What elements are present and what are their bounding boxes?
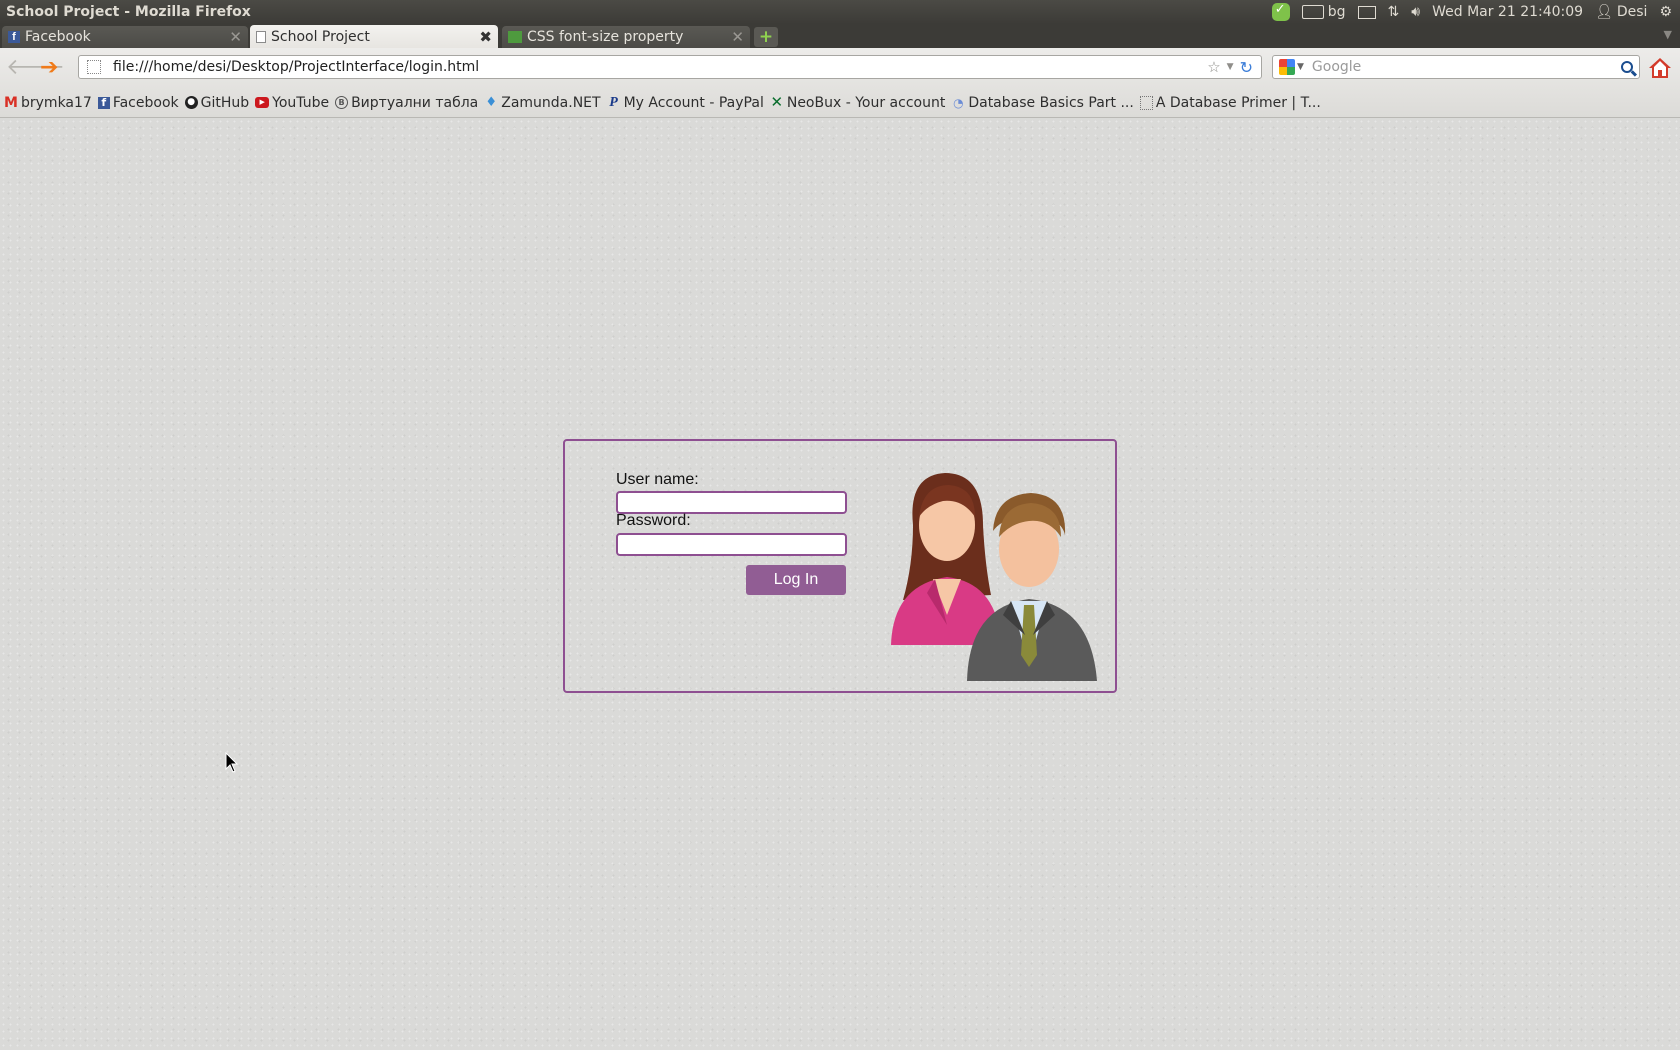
tab-strip: f Facebook ✕ School Project ✖ CSS font-s…	[0, 24, 1680, 48]
tab-facebook[interactable]: f Facebook ✕	[2, 26, 248, 48]
url-bar-actions: ☆ ▼ ↻	[1207, 58, 1261, 77]
reload-icon[interactable]: ↻	[1240, 58, 1253, 77]
home-icon[interactable]	[1648, 56, 1672, 80]
w3schools-icon	[508, 31, 522, 43]
login-form: User name: Password: Log In	[563, 439, 1117, 693]
keyboard-indicator[interactable]: bg	[1301, 4, 1346, 20]
tab-label: Facebook	[25, 29, 91, 45]
database-icon: ◔	[953, 95, 964, 110]
window-title: School Project - Mozilla Firefox	[6, 4, 251, 20]
bookmark-label: Виртуални табла	[351, 94, 479, 111]
vt-icon: B	[335, 96, 349, 109]
site-identity-icon[interactable]	[87, 60, 101, 74]
session-gear-icon[interactable]: ⚙	[1659, 4, 1672, 20]
bookmark-label: A Database Primer | T...	[1155, 94, 1321, 111]
tab-css-font-size[interactable]: CSS font-size property ✕	[502, 26, 750, 48]
bookmark-label: NeoBux - Your account	[786, 94, 946, 111]
close-tab-icon[interactable]: ✕	[731, 28, 744, 46]
zamunda-icon: ♦	[485, 95, 498, 110]
clock[interactable]: Wed Mar 21 21:40:09	[1432, 4, 1583, 20]
user-menu[interactable]: 👤︎ Desi	[1595, 4, 1647, 20]
gmail-icon: M	[4, 94, 18, 111]
person-icon: 👤︎	[1595, 4, 1613, 20]
bookmark-github[interactable]: ● GitHub	[184, 94, 250, 111]
volume-indicator[interactable]: 🔊︎	[1411, 4, 1420, 20]
bookmark-label: Facebook	[112, 94, 179, 111]
facebook-icon: f	[8, 31, 20, 43]
system-top-panel: School Project - Mozilla Firefox bg ⇅ 🔊︎…	[0, 0, 1680, 24]
bookmark-label: My Account - PayPal	[623, 94, 764, 111]
password-label: Password:	[616, 512, 691, 529]
network-indicator[interactable]: ⇅	[1388, 4, 1400, 20]
bookmark-database-primer[interactable]: A Database Primer | T...	[1139, 94, 1321, 111]
tab-school-project[interactable]: School Project ✖	[250, 25, 498, 48]
google-engine-icon[interactable]	[1279, 59, 1295, 75]
users-icon	[891, 473, 1097, 681]
search-bar[interactable]: ▼ Google	[1272, 55, 1640, 79]
update-manager-icon[interactable]	[1271, 2, 1290, 21]
bookmark-database-basics[interactable]: ◔ Database Basics Part ...	[951, 95, 1134, 111]
bookmark-star-icon[interactable]: ☆	[1207, 58, 1220, 76]
bookmark-neobux[interactable]: ✕ NeoBux - Your account	[770, 93, 946, 111]
youtube-icon: ▶	[255, 97, 270, 108]
bookmark-youtube[interactable]: ▶ YouTube	[255, 95, 329, 111]
username-label: User name:	[616, 471, 699, 488]
close-tab-icon[interactable]: ✖	[479, 28, 492, 46]
paypal-icon: P	[609, 94, 618, 110]
envelope-icon	[1357, 5, 1376, 19]
close-tab-icon[interactable]: ✕	[229, 28, 242, 46]
facebook-icon: f	[97, 96, 110, 109]
navigation-toolbar: 🡐 ➔ file:///home/desi/Desktop/ProjectInt…	[0, 48, 1680, 88]
bookmark-label: Database Basics Part ...	[968, 94, 1134, 111]
page-content: User name: Password: Log In	[0, 118, 1680, 1050]
tab-label: School Project	[271, 28, 370, 45]
bookmark-zamunda[interactable]: ♦ Zamunda.NET	[484, 95, 600, 111]
bookmark-label: GitHub	[200, 94, 250, 111]
messaging-indicator[interactable]	[1357, 5, 1376, 19]
blank-page-icon	[256, 30, 266, 43]
login-button[interactable]: Log In	[746, 565, 846, 595]
list-all-tabs-chevron-icon[interactable]: ▼	[1664, 28, 1672, 41]
bookmarks-toolbar: M brymka17 f Facebook ● GitHub ▶ YouTube…	[0, 88, 1680, 118]
keyboard-icon	[1301, 5, 1324, 19]
search-placeholder[interactable]: Google	[1312, 59, 1361, 75]
github-icon: ●	[184, 96, 198, 109]
url-text[interactable]: file:///home/desi/Desktop/ProjectInterfa…	[113, 59, 479, 75]
engine-dropdown-icon[interactable]: ▼	[1297, 62, 1304, 72]
user-name: Desi	[1616, 4, 1648, 20]
keyboard-layout-label: bg	[1327, 4, 1346, 20]
forward-arrow-icon[interactable]: ➔	[40, 57, 58, 79]
blank-page-icon	[1139, 95, 1153, 110]
tab-label: CSS font-size property	[527, 29, 684, 45]
search-magnifier-icon[interactable]	[1621, 61, 1633, 73]
bookmark-label: YouTube	[272, 94, 330, 111]
username-input[interactable]	[616, 491, 847, 514]
network-arrows-icon: ⇅	[1387, 4, 1400, 20]
new-tab-plus-icon[interactable]: +	[754, 27, 778, 47]
mouse-pointer-icon	[225, 752, 239, 773]
bookmark-label: brymka17	[21, 94, 92, 111]
bookmark-gmail[interactable]: M brymka17	[4, 95, 92, 111]
bookmark-virtualni-tabla[interactable]: B Виртуални табла	[335, 95, 478, 111]
system-indicators: bg ⇅ 🔊︎ Wed Mar 21 21:40:09 👤︎ Desi ⚙	[1271, 2, 1680, 21]
url-bar[interactable]: file:///home/desi/Desktop/ProjectInterfa…	[78, 55, 1262, 79]
neobux-icon: ✕	[770, 93, 784, 111]
bookmark-facebook[interactable]: f Facebook	[97, 94, 179, 111]
password-input[interactable]	[616, 533, 847, 556]
bookmark-label: Zamunda.NET	[501, 94, 601, 111]
bookmark-paypal[interactable]: P My Account - PayPal	[607, 95, 764, 111]
speaker-icon: 🔊︎	[1411, 4, 1421, 20]
history-dropdown-icon[interactable]: ▼	[1227, 62, 1234, 72]
